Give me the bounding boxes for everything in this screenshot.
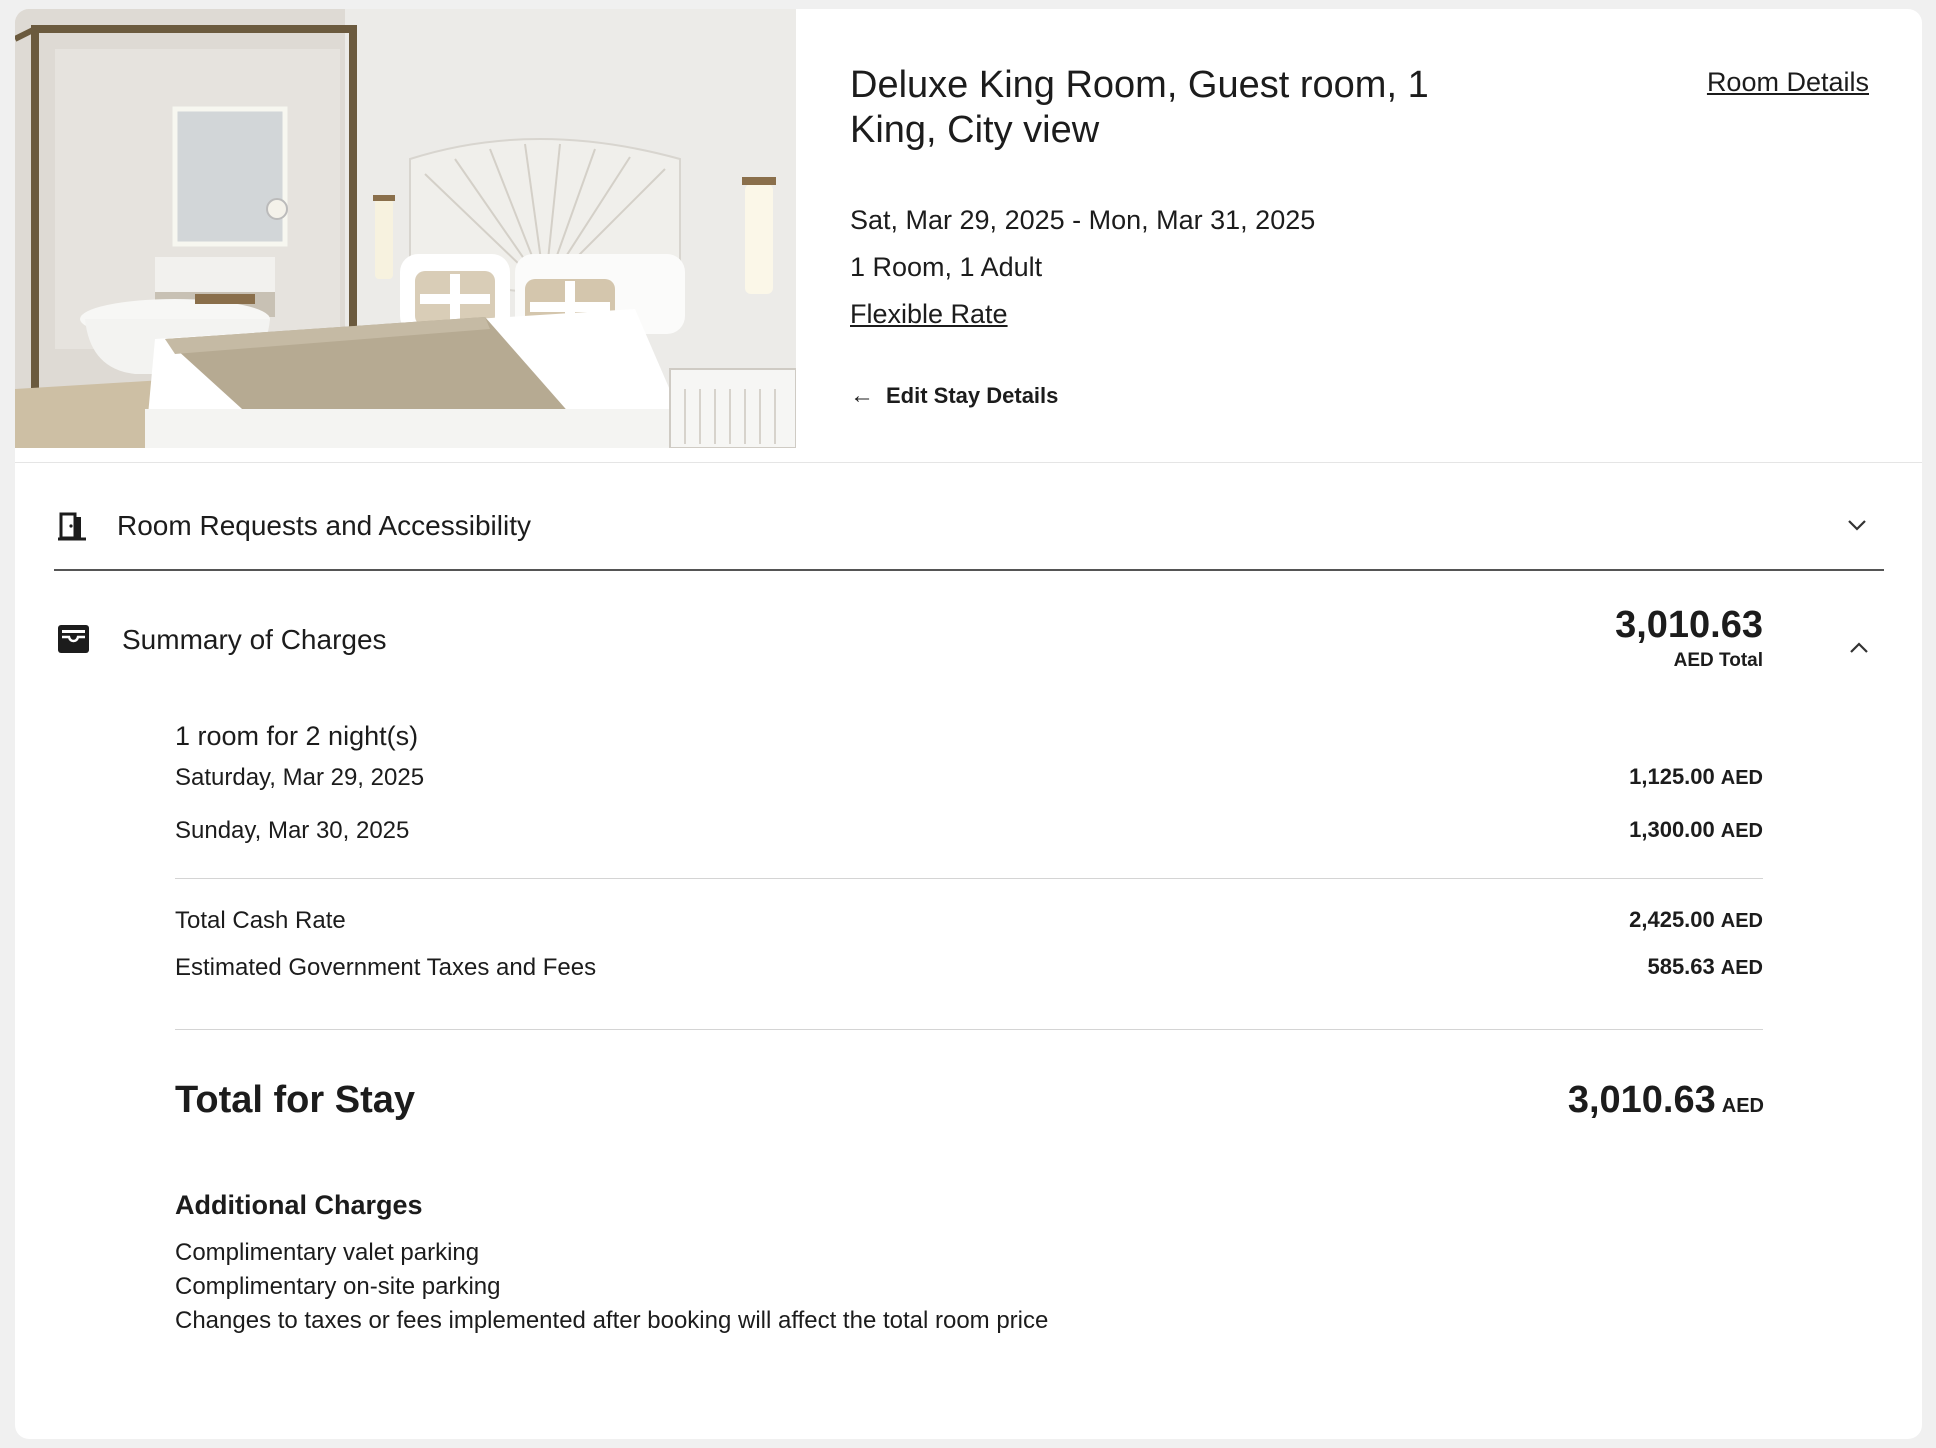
room-requests-label: Room Requests and Accessibility	[117, 510, 531, 541]
accordion-divider	[54, 569, 1884, 571]
additional-charges-list: Complimentary valet parking Complimentar…	[175, 1236, 1048, 1338]
night-amount-value: 1,125.00	[1629, 764, 1715, 789]
subtotal-row: Estimated Government Taxes and Fees 585.…	[175, 954, 1763, 988]
night-row: Saturday, Mar 29, 2025 1,125.00 AED	[175, 764, 1763, 798]
flexible-rate-link[interactable]: Flexible Rate	[850, 299, 1008, 330]
chevron-up-icon[interactable]	[1849, 642, 1869, 654]
charges-divider	[175, 878, 1763, 879]
nights-heading: 1 room for 2 night(s)	[175, 721, 419, 751]
total-for-stay-value: 3,010.63	[1567, 1079, 1716, 1121]
subtotal-label: Estimated Government Taxes and Fees	[175, 954, 597, 981]
currency-label: AED	[1721, 1095, 1764, 1117]
total-for-stay-label: Total for Stay	[175, 1079, 415, 1121]
night-row: Sunday, Mar 30, 2025 1,300.00 AED	[175, 817, 1763, 851]
stay-dates: Sat, Mar 29, 2025 - Mon, Mar 31, 2025	[850, 205, 1316, 235]
subtotal-row: Total Cash Rate 2,425.00 AED	[175, 907, 1763, 941]
additional-charges-heading: Additional Charges	[175, 1190, 423, 1220]
currency-label: AED	[1720, 767, 1763, 789]
edit-stay-label: Edit Stay Details	[886, 383, 1059, 408]
subtotal-label: Total Cash Rate	[175, 907, 346, 934]
room-title: Deluxe King Room, Guest room, 1 King, Ci…	[850, 64, 1429, 151]
chevron-down-icon[interactable]	[1847, 519, 1867, 531]
list-item: Complimentary valet parking	[175, 1239, 480, 1266]
list-item: Changes to taxes or fees implemented aft…	[175, 1307, 1049, 1334]
currency-label: AED	[1720, 957, 1763, 979]
total-for-stay-amount: 3,010.63 AED	[1568, 1079, 1764, 1122]
night-date: Sunday, Mar 30, 2025	[175, 817, 410, 844]
summary-of-charges-accordion[interactable]: Summary of Charges 3,010.63 AED Total	[15, 580, 1922, 690]
night-date: Saturday, Mar 29, 2025	[175, 764, 425, 791]
subtotal-amount: 585.63 AED	[1647, 954, 1763, 980]
folder-tray-icon	[58, 625, 89, 653]
list-item: Complimentary on-site parking	[175, 1273, 501, 1300]
hotel-door-icon	[58, 512, 86, 541]
summary-total: 3,010.63 AED Total	[1615, 604, 1763, 672]
subtotal-amount-value: 2,425.00	[1629, 907, 1715, 932]
night-amount: 1,300.00 AED	[1629, 817, 1763, 843]
night-amount-value: 1,300.00	[1629, 817, 1715, 842]
subtotal-amount-value: 585.63	[1647, 954, 1715, 979]
room-requests-accordion[interactable]: Room Requests and Accessibility	[15, 463, 1922, 579]
room-photo	[15, 9, 796, 448]
currency-label: AED	[1720, 910, 1763, 932]
edit-stay-details-button[interactable]: ← Edit Stay Details	[850, 383, 1058, 409]
summary-total-currency: AED Total	[1673, 650, 1763, 671]
subtotal-amount: 2,425.00 AED	[1629, 907, 1763, 933]
room-summary-card: Deluxe King Room, Guest room, 1 King, Ci…	[15, 9, 1922, 1439]
night-amount: 1,125.00 AED	[1629, 764, 1763, 790]
charges-divider	[175, 1029, 1763, 1030]
occupancy: 1 Room, 1 Adult	[850, 252, 1043, 282]
summary-of-charges-label: Summary of Charges	[122, 624, 387, 655]
room-details-link[interactable]: Room Details	[1707, 67, 1869, 98]
arrow-left-icon: ←	[850, 382, 874, 409]
summary-total-amount: 3,010.63	[1615, 604, 1763, 646]
currency-label: AED	[1720, 820, 1763, 842]
